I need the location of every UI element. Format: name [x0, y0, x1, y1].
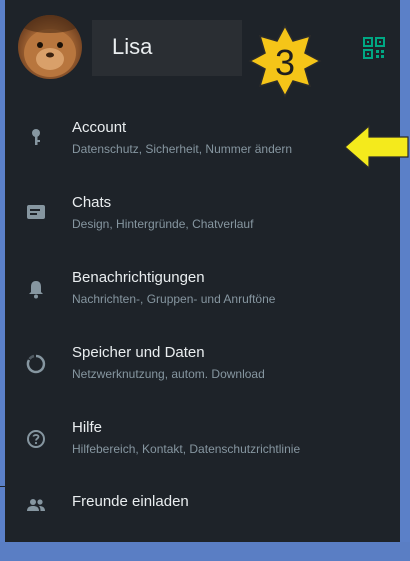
screenshot-frame: Lisa 3 Account Datenschutz, Sicherheit, …: [0, 0, 410, 542]
menu-item-storage[interactable]: Speicher und Daten Netzwerknutzung, auto…: [5, 337, 400, 411]
menu-item-account[interactable]: Account Datenschutz, Sicherheit, Nummer …: [5, 112, 400, 186]
step-badge-number: 3: [274, 42, 296, 83]
menu-item-title: Benachrichtigungen: [72, 269, 205, 286]
menu-item-title: Hilfe: [72, 419, 103, 436]
chat-icon: [27, 205, 45, 219]
menu-item-invite-friends[interactable]: Freunde einladen: [5, 487, 400, 561]
menu-item-title: Chats: [72, 194, 112, 211]
menu-item-title: Speicher und Daten: [72, 344, 205, 361]
bell-icon: [29, 281, 43, 299]
avatar[interactable]: [18, 15, 82, 79]
people-icon: [27, 499, 45, 511]
profile-name-box[interactable]: Lisa: [92, 20, 242, 76]
key-icon: [32, 129, 40, 145]
profile-header[interactable]: Lisa 3: [5, 0, 400, 100]
menu-item-title: Freunde einladen: [72, 493, 189, 510]
pointer-arrow-icon: [344, 124, 409, 170]
help-icon: [27, 430, 45, 448]
menu-item-subtitle: Netzwerknutzung, autom. Download: [72, 367, 265, 381]
menu-item-subtitle: Hilfebereich, Kontakt, Datenschutzrichtl…: [72, 442, 301, 456]
menu-item-subtitle: Design, Hintergründe, Chatverlauf: [72, 217, 254, 231]
menu-item-subtitle: Nachrichten-, Gruppen- und Anruftöne: [72, 292, 276, 306]
menu-item-subtitle: Datenschutz, Sicherheit, Nummer ändern: [72, 142, 293, 156]
menu-item-help[interactable]: Hilfe Hilfebereich, Kontakt, Datenschutz…: [5, 412, 400, 486]
qr-code-icon[interactable]: [363, 37, 385, 59]
divider: [0, 486, 8, 487]
menu-item-title: Account: [72, 119, 127, 136]
profile-name: Lisa: [112, 34, 153, 59]
menu-item-notifications[interactable]: Benachrichtigungen Nachrichten-, Gruppen…: [5, 262, 400, 336]
storage-icon: [26, 354, 46, 374]
settings-panel: Lisa 3 Account Datenschutz, Sicherheit, …: [5, 0, 400, 542]
step-badge: 3: [248, 24, 322, 98]
menu-item-chats[interactable]: Chats Design, Hintergründe, Chatverlauf: [5, 187, 400, 261]
